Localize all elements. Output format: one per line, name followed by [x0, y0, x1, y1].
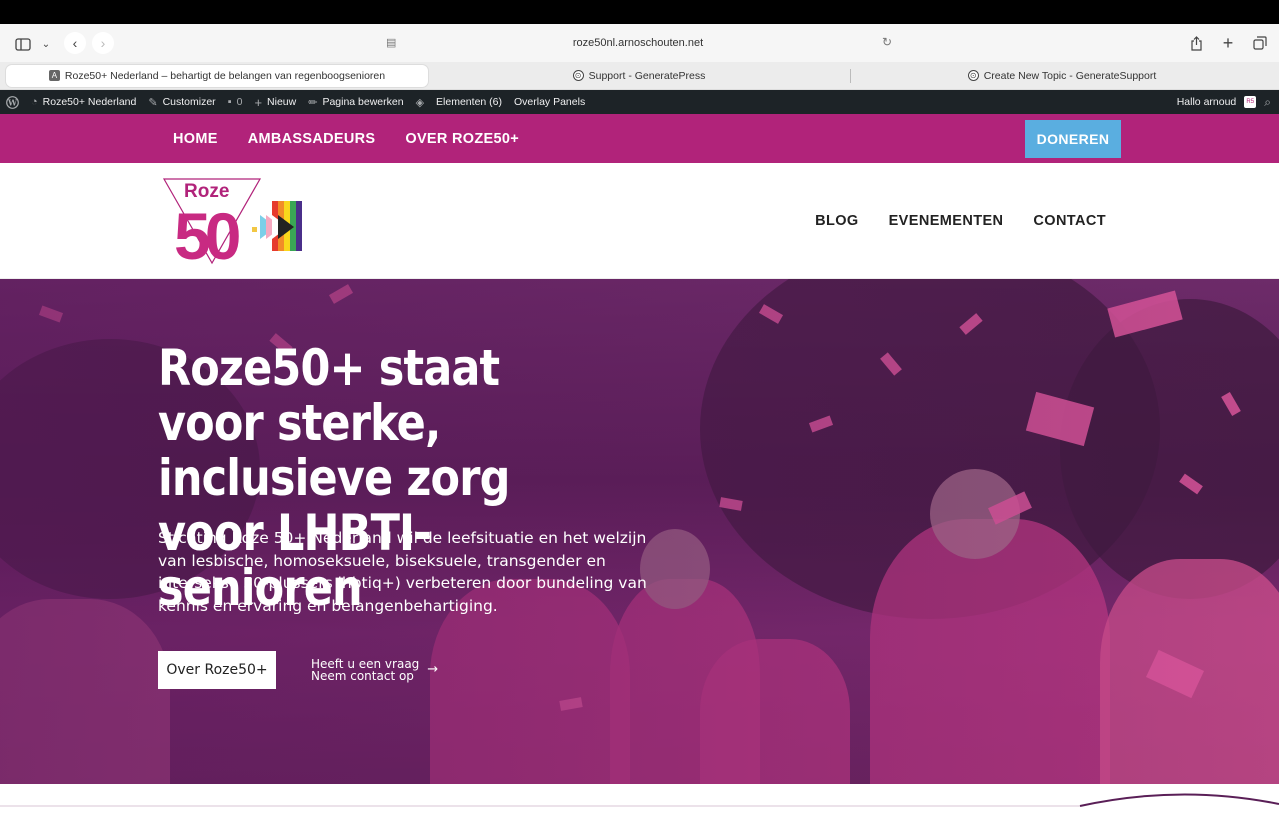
wordpress-logo-icon[interactable]: W [6, 95, 19, 109]
tab-label: Roze50+ Nederland – behartigt de belange… [64, 69, 386, 82]
contact-link[interactable]: Heeft u een vraag Neem contact op → [311, 658, 438, 682]
dashboard-icon: ◔ [31, 96, 38, 108]
admin-overlay-panels-link[interactable]: Overlay Panels [514, 96, 585, 108]
reload-icon[interactable]: ↻ [882, 35, 892, 49]
back-icon[interactable]: ‹ [64, 32, 86, 54]
admin-edit-page-link[interactable]: ✏ Pagina bewerken [308, 96, 403, 109]
section-divider-wave [0, 793, 1279, 816]
admin-generatepress-icon[interactable]: ◈ [416, 96, 424, 109]
top-navigation-bar: HOME AMBASSADEURS OVER ROZE50+ DONEREN [0, 114, 1279, 163]
admin-elements-link[interactable]: Elementen (6) [436, 96, 502, 108]
address-bar[interactable]: ▤ roze50nl.arnoschouten.net ↻ [378, 30, 898, 56]
site-logo[interactable]: Roze 50 [160, 177, 302, 273]
share-icon[interactable] [1185, 32, 1207, 54]
tab-create-new-topic[interactable]: ⊙ Create New Topic - GenerateSupport [851, 65, 1273, 87]
tab-label: Support - GeneratePress [588, 69, 706, 82]
url-text: roze50nl.arnoschouten.net [572, 37, 704, 49]
arrow-right-icon: → [427, 662, 439, 677]
brush-icon: ✎ [148, 96, 158, 109]
logo-flag-stripe [252, 227, 257, 232]
logo-flag-stripe [296, 201, 302, 251]
contact-line-2: Neem contact op [311, 669, 414, 683]
browser-toolbar: ⌄ ‹ › ▤ roze50nl.arnoschouten.net ↻ + [0, 24, 1279, 62]
comment-icon: ▪ [227, 96, 232, 108]
comment-count: 0 [236, 96, 243, 108]
top-navigation: HOME AMBASSADEURS OVER ROZE50+ [173, 114, 519, 163]
pencil-icon: ✏ [308, 96, 318, 109]
over-roze50-button[interactable]: Over Roze50+ [158, 651, 276, 689]
admin-elements-label: Elementen (6) [436, 96, 502, 108]
svg-text:W: W [7, 97, 18, 107]
admin-customizer-link[interactable]: ✎ Customizer [148, 96, 215, 109]
admin-site-label: Roze50+ Nederland [42, 96, 137, 108]
tab-roze50[interactable]: A Roze50+ Nederland – behartigt de belan… [6, 64, 428, 87]
tab-bar: A Roze50+ Nederland – behartigt de belan… [0, 62, 1279, 90]
admin-customizer-label: Customizer [162, 96, 216, 108]
donate-button[interactable]: DONEREN [1025, 120, 1121, 158]
site-header: Roze 50 BLOG EVENEMENTEN CONTACT [0, 163, 1279, 279]
hero-section: Roze50+ staat voor sterke, inclusieve zo… [0, 279, 1279, 784]
admin-edit-label: Pagina bewerken [322, 96, 404, 108]
admin-site-link[interactable]: ◔ Roze50+ Nederland [31, 96, 136, 108]
tab-label: Create New Topic - GenerateSupport [983, 69, 1157, 82]
tab-overview-icon[interactable] [1249, 32, 1271, 54]
site-favicon-icon: A [48, 70, 60, 81]
plus-icon: + [254, 94, 263, 110]
tab-support-generatepress[interactable]: ⊙ Support - GeneratePress [428, 65, 850, 87]
admin-overlay-label: Overlay Panels [514, 96, 586, 108]
contact-link-text: Heeft u een vraag Neem contact op [311, 658, 419, 682]
nav-ambassadeurs[interactable]: AMBASSADEURS [248, 131, 376, 147]
page-icon: ▤ [386, 37, 397, 49]
admin-new-link[interactable]: + Nieuw [254, 95, 296, 110]
nav-contact[interactable]: CONTACT [1033, 213, 1106, 229]
forward-icon[interactable]: › [92, 32, 114, 54]
admin-new-label: Nieuw [267, 96, 297, 108]
sidebar-toggle-icon[interactable] [12, 33, 34, 55]
admin-greeting[interactable]: Hallo arnoud [1177, 96, 1237, 108]
main-navigation: BLOG EVENEMENTEN CONTACT [815, 163, 1106, 279]
nav-over-roze50[interactable]: OVER ROZE50+ [405, 131, 519, 147]
screen-top-bar [0, 0, 1279, 24]
nav-blog[interactable]: BLOG [815, 213, 859, 229]
admin-comments-link[interactable]: ▪ 0 [228, 96, 243, 108]
nav-evenementen[interactable]: EVENEMENTEN [889, 213, 1004, 229]
hero-intro: Stichting Roze 50+ Nederland wil de leef… [158, 529, 647, 615]
diamond-icon: ◈ [415, 96, 425, 109]
wp-admin-bar: W ◔ Roze50+ Nederland ✎ Customizer ▪ 0 + Nie… [0, 90, 1279, 114]
nav-home[interactable]: HOME [173, 131, 218, 147]
generatesupport-favicon-icon: ⊙ [967, 70, 979, 81]
search-icon[interactable]: ⌕ [1264, 95, 1271, 110]
logo-text-50: 50 [174, 199, 239, 265]
avatar[interactable]: R5 [1244, 96, 1257, 108]
new-tab-icon[interactable]: + [1217, 32, 1239, 54]
generatepress-favicon-icon: ⊙ [572, 70, 584, 81]
chevron-down-icon[interactable]: ⌄ [40, 33, 52, 55]
